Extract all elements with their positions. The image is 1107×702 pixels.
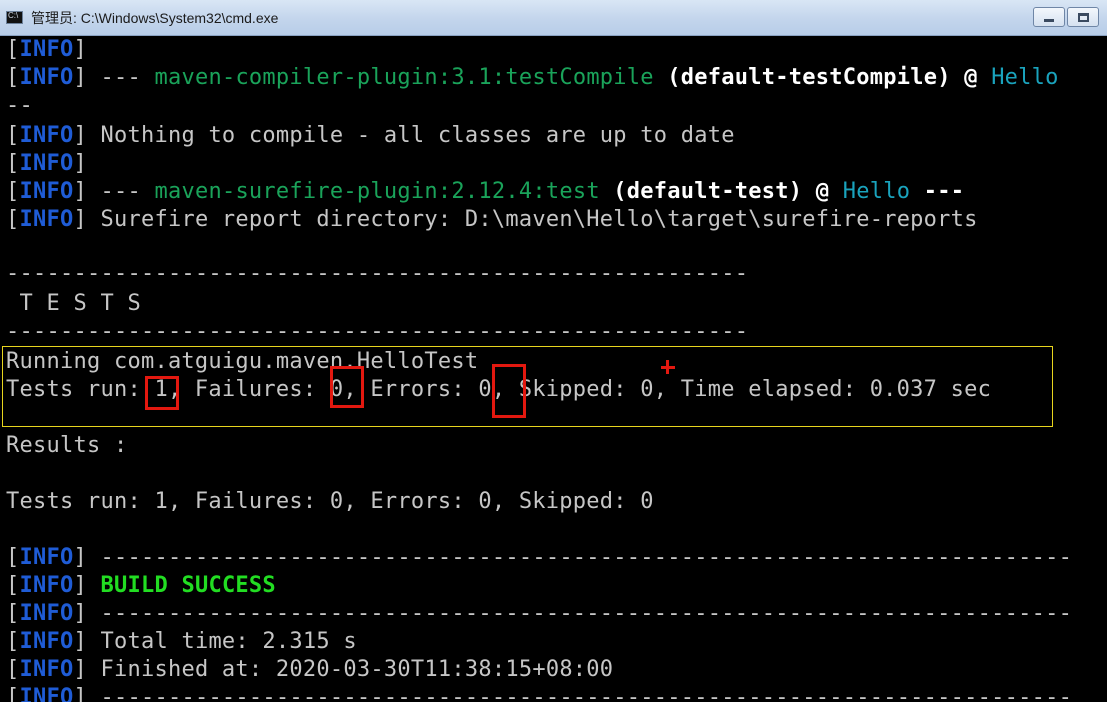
console-line: [INFO] Surefire report directory: D:\mav…: [6, 207, 978, 232]
console-line: [INFO] ---------------------------------…: [6, 601, 1073, 626]
info-tag: INFO: [19, 629, 74, 654]
console-line: [INFO] BUILD SUCCESS: [6, 573, 276, 598]
console-line: [INFO] Total time: 2.315 s: [6, 629, 357, 654]
plugin-name: maven-surefire-plugin:2.12.4:test: [154, 179, 600, 204]
info-tag: INFO: [19, 37, 74, 62]
separator-line: ----------------------------------------…: [6, 319, 749, 344]
info-tag: INFO: [19, 179, 74, 204]
info-tag: INFO: [19, 601, 74, 626]
failures-annotation: [330, 366, 364, 408]
info-tag: INFO: [19, 657, 74, 682]
info-tag: INFO: [19, 545, 74, 570]
console-line: [INFO] ---------------------------------…: [6, 545, 1073, 570]
project-name: Hello: [991, 65, 1059, 90]
console-line: [INFO] Nothing to compile - all classes …: [6, 123, 735, 148]
separator-line: ----------------------------------------…: [6, 261, 749, 286]
maximize-button[interactable]: [1067, 7, 1099, 27]
info-tag: INFO: [19, 685, 74, 702]
info-tag: INFO: [19, 207, 74, 232]
errors-annotation: [492, 364, 526, 418]
console-line: [INFO] --- maven-surefire-plugin:2.12.4:…: [6, 179, 965, 204]
console-line: [INFO] Finished at: 2020-03-30T11:38:15+…: [6, 657, 614, 682]
plugin-name: maven-compiler-plugin:3.1:testCompile: [154, 65, 654, 90]
cursor-crosshair: [666, 360, 669, 374]
tests-run-annotation: [145, 376, 179, 410]
info-tag: INFO: [19, 123, 74, 148]
minimize-button[interactable]: [1033, 7, 1065, 27]
console-line: [INFO]: [6, 37, 87, 62]
build-success: BUILD SUCCESS: [100, 573, 276, 598]
tests-header: T E S T S: [6, 291, 141, 316]
console-line: --: [6, 93, 33, 118]
maximize-icon: [1077, 12, 1089, 22]
results-label: Results :: [6, 433, 128, 458]
project-name: Hello: [842, 179, 911, 204]
console-icon: [6, 11, 23, 24]
results-summary: Tests run: 1, Failures: 0, Errors: 0, Sk…: [6, 489, 654, 514]
info-tag: INFO: [19, 573, 74, 598]
title-bar[interactable]: 管理员: C:\Windows\System32\cmd.exe: [0, 0, 1107, 36]
console-line: [INFO]: [6, 151, 87, 176]
info-tag: INFO: [19, 65, 74, 90]
console-line: [INFO] --- maven-compiler-plugin:3.1:tes…: [6, 65, 1059, 90]
minimize-icon: [1044, 18, 1054, 22]
info-tag: INFO: [19, 151, 74, 176]
console-output[interactable]: [INFO] [INFO] --- maven-compiler-plugin:…: [0, 36, 1107, 702]
window-controls: [1031, 7, 1099, 27]
console-line: [INFO] ---------------------------------…: [6, 684, 1072, 702]
window-title: 管理员: C:\Windows\System32\cmd.exe: [31, 9, 279, 26]
